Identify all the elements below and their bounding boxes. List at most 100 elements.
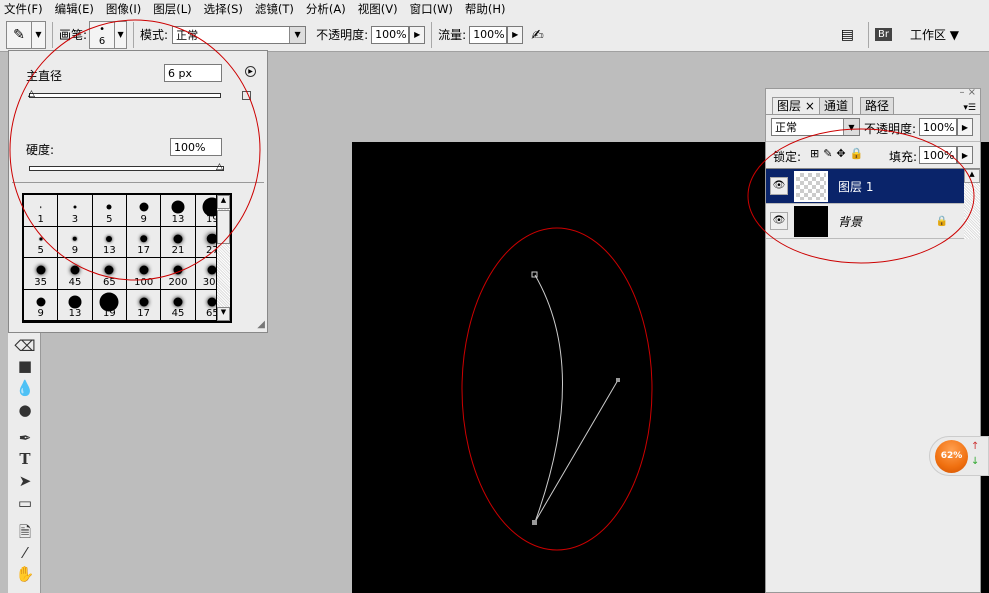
brush-preset[interactable]: 9 (24, 289, 59, 321)
menu-select[interactable]: 选择(S) (204, 1, 243, 17)
brush-preset[interactable]: 65 (92, 258, 127, 290)
layer-opacity-input[interactable]: 100% (919, 118, 957, 136)
bridge-icon[interactable]: Br (874, 28, 892, 41)
notes-icon[interactable]: 🗎 (12, 522, 38, 544)
layer-thumbnail (794, 205, 828, 237)
rectangle-icon[interactable]: ▭ (12, 494, 38, 516)
brush-tip-icon (173, 297, 183, 307)
layer-opacity-slider-button[interactable]: ▶ (957, 118, 973, 136)
brush-preset[interactable]: 9 (126, 195, 162, 227)
panel-menu-icon[interactable]: ▾☰ (963, 103, 976, 113)
blend-mode-select[interactable]: 正常 ▼ (771, 118, 860, 136)
brush-preset[interactable]: 200 (161, 258, 196, 290)
diameter-slider[interactable] (29, 93, 221, 98)
brush-preset[interactable]: 17 (126, 226, 162, 258)
brush-preset[interactable]: 100 (126, 258, 162, 290)
hardness-label: 硬度: (26, 143, 55, 157)
menu-file[interactable]: 文件(F) (4, 1, 43, 17)
brush-tip-icon (106, 235, 113, 242)
mode-select[interactable]: 正常 ▼ (172, 25, 307, 44)
brush-preset[interactable]: 3 (58, 195, 93, 227)
tool-preset-picker[interactable]: ✎ ▼ (6, 20, 46, 49)
type-icon[interactable]: T (12, 450, 38, 472)
brush-preset[interactable]: 13 (58, 289, 93, 321)
brush-preset[interactable]: 5 (24, 226, 59, 258)
scroll-down-icon[interactable]: ▼ (217, 307, 230, 321)
menu-edit[interactable]: 编辑(E) (55, 1, 94, 17)
chevron-down-icon: ▼ (31, 21, 45, 48)
preset-scrollbar[interactable]: ▲ ▼ (216, 195, 230, 321)
eraser-icon[interactable]: ⌫ (12, 337, 38, 359)
layer-row-layer1[interactable]: 👁 图层 1 (766, 169, 964, 204)
fill-input[interactable]: 100% (919, 146, 957, 164)
tab-paths[interactable]: 路径 (860, 97, 895, 114)
brush-preset[interactable]: 19 (92, 289, 127, 321)
tab-layers[interactable]: 图层 × (772, 97, 820, 114)
dodge-icon[interactable]: ● (12, 401, 38, 423)
use-sample-size-button[interactable] (242, 91, 251, 100)
preset-size: 9 (140, 213, 147, 225)
preset-size: 9 (71, 245, 79, 256)
brush-preset[interactable]: 21 (161, 226, 196, 258)
hand-icon[interactable]: ✋ (12, 565, 38, 587)
scroll-thumb[interactable] (217, 210, 230, 244)
opacity-input[interactable]: 100% (371, 25, 410, 44)
lock-icons[interactable]: ⊞✎✥🔒 (810, 147, 867, 160)
flow-input[interactable]: 100% (469, 25, 508, 44)
divider (12, 182, 264, 183)
brush-preset[interactable]: 45 (161, 289, 196, 321)
flow-slider-button[interactable]: ▶ (507, 25, 524, 44)
fill-slider-button[interactable]: ▶ (957, 146, 973, 164)
gradient-icon[interactable]: ■ (12, 357, 38, 379)
brush-preset[interactable]: 1 (24, 195, 59, 227)
layers-scrollbar[interactable]: ▲ (964, 169, 980, 239)
brush-preset[interactable]: 5 (92, 195, 127, 227)
workspace-menu[interactable]: 工作区 ▼ (910, 26, 959, 43)
eyedropper-icon[interactable]: ⁄ (12, 544, 38, 566)
preset-size: 45 (171, 308, 185, 319)
brush-tip-icon (72, 236, 78, 241)
diameter-slider-thumb[interactable]: △ (28, 89, 35, 99)
brush-preset[interactable]: 17 (126, 289, 162, 321)
brush-picker[interactable]: • 6 ▼ (89, 20, 128, 49)
menu-analysis[interactable]: 分析(A) (306, 1, 346, 17)
brush-preset[interactable]: 13 (92, 226, 127, 258)
menu-image[interactable]: 图像(I) (106, 1, 141, 17)
blur-icon[interactable]: 💧 (12, 379, 38, 401)
hardness-input[interactable]: 100% (170, 138, 222, 156)
airbrush-icon[interactable]: ✍ (531, 26, 544, 44)
brush-tip-icon (99, 292, 119, 312)
pen-icon[interactable]: ✒ (12, 429, 38, 451)
layer-row-background[interactable]: 👁 背景 🔒 (766, 204, 964, 239)
brush-tip-icon (139, 202, 149, 212)
brush-preset[interactable]: 9 (58, 226, 93, 258)
menu-view[interactable]: 视图(V) (358, 1, 398, 17)
brush-preset[interactable]: 35 (24, 258, 59, 290)
hardness-slider[interactable] (29, 166, 224, 171)
visibility-eye-icon[interactable]: 👁 (770, 177, 788, 195)
popup-menu-button[interactable]: ▶ (245, 66, 256, 77)
tab-channels[interactable]: 通道 (819, 97, 854, 114)
menu-window[interactable]: 窗口(W) (410, 1, 453, 17)
panel-minimize-close[interactable]: – × (959, 87, 976, 98)
preset-size: 65 (102, 276, 116, 288)
palette-well-icon[interactable]: ▤ (841, 27, 854, 43)
layer-thumbnail (794, 170, 828, 202)
path-selection-icon[interactable]: ➤ (12, 472, 38, 494)
scroll-up-icon[interactable]: ▲ (217, 195, 230, 209)
brush-preset[interactable]: 45 (58, 258, 93, 290)
hardness-slider-thumb[interactable]: △ (216, 162, 223, 172)
menu-layer[interactable]: 图层(L) (153, 1, 191, 17)
resize-grip-icon[interactable]: ◢ (257, 319, 265, 330)
brush-tip-icon (68, 295, 82, 309)
opacity-slider-button[interactable]: ▶ (409, 25, 426, 44)
scroll-up-icon[interactable]: ▲ (964, 169, 980, 183)
menu-filter[interactable]: 滤镜(T) (255, 1, 294, 17)
speed-widget[interactable]: 62% ↑ ↓ (929, 436, 989, 476)
diameter-input[interactable]: 6 px (164, 64, 222, 82)
opacity-label: 不透明度: (316, 28, 369, 42)
visibility-eye-icon[interactable]: 👁 (770, 212, 788, 230)
brush-preset[interactable]: 13 (161, 195, 196, 227)
chevron-down-icon: ▼ (289, 26, 306, 43)
menu-help[interactable]: 帮助(H) (465, 1, 506, 17)
